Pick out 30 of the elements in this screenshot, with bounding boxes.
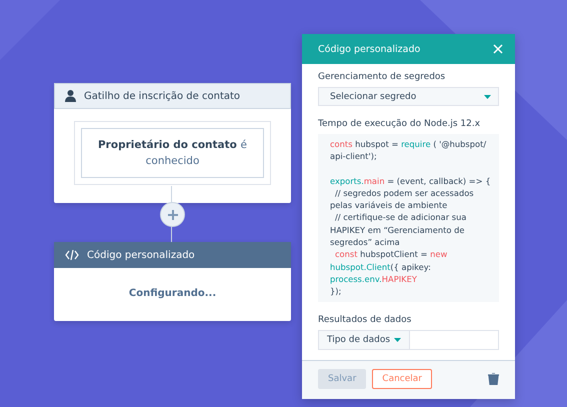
field-label: Tempo de execução do Node.js 12.x bbox=[318, 119, 482, 129]
code-icon bbox=[65, 250, 79, 260]
trash-icon[interactable] bbox=[488, 372, 499, 385]
field-label: Gerenciamento de segredos bbox=[318, 72, 446, 82]
code-line: process.env.HAPIKEY bbox=[330, 272, 418, 286]
caret-icon bbox=[484, 94, 491, 98]
code-line: api-client'); bbox=[330, 150, 378, 163]
field-label: Resultados de dados bbox=[318, 314, 412, 325]
status-text: Configurando... bbox=[128, 287, 218, 301]
code-line: exports.main = (event, callback) => { bbox=[330, 174, 489, 187]
close-icon[interactable] bbox=[493, 44, 503, 54]
add-step-button[interactable] bbox=[160, 202, 185, 227]
code-line: // certifique-se de adicionar sua bbox=[334, 211, 468, 224]
code-line: }); bbox=[330, 285, 342, 298]
node-title: Código personalizado bbox=[87, 250, 195, 260]
data-output-field[interactable]: Tipo de dados bbox=[318, 330, 499, 350]
node-title: Gatilho de inscrição de contato bbox=[84, 90, 240, 102]
person-icon bbox=[65, 90, 76, 102]
code-line: conts hubspot = require ( '@hubspot/ bbox=[330, 138, 488, 150]
trigger-condition: Proprietário do contato é conhecido bbox=[81, 128, 264, 178]
secret-select[interactable]: Selecionar segredo bbox=[318, 87, 499, 106]
code-line: const hubspotClient = new bbox=[334, 248, 448, 261]
panel-title: Código personalizado bbox=[318, 44, 420, 54]
code-line: pelas variáveis de ambiente bbox=[330, 199, 448, 212]
caret-icon bbox=[394, 338, 402, 342]
code-line: segredos” acima bbox=[330, 236, 401, 248]
code-line: HAPIKEY em “Gerenciamento de bbox=[330, 224, 466, 236]
code-line: // segredos podem ser acessados bbox=[334, 186, 475, 200]
code-line: hubspot.Client({ apikey: bbox=[330, 260, 432, 273]
plus-icon bbox=[168, 210, 178, 220]
